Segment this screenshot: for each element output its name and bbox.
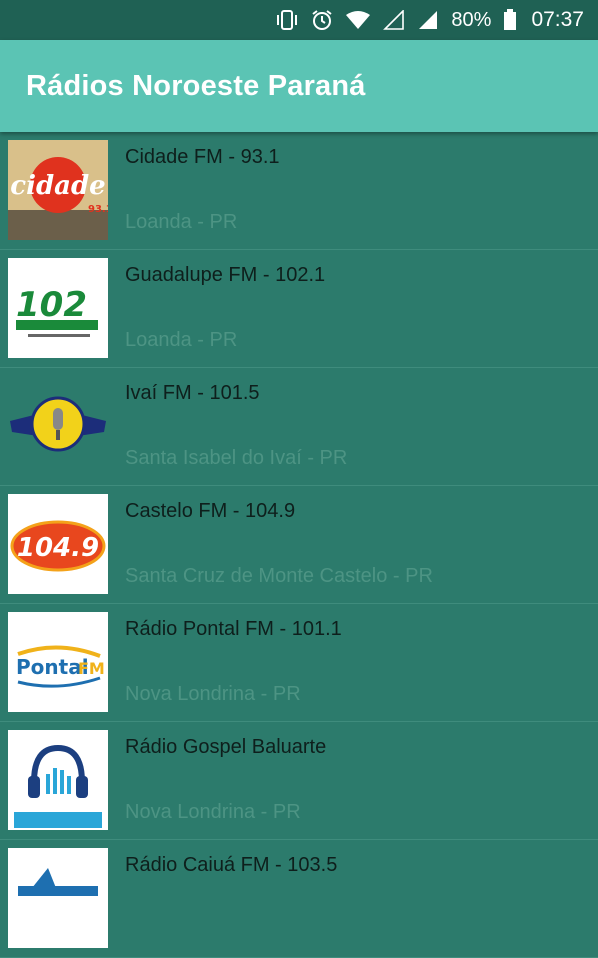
signal-icon (417, 10, 439, 30)
svg-text:93.1: 93.1 (88, 204, 108, 215)
station-name: Rádio Pontal FM - 101.1 (125, 618, 342, 640)
station-name: Guadalupe FM - 102.1 (125, 264, 326, 286)
signal-empty-icon (383, 10, 405, 30)
guadalupe-fm-logo: 102 (8, 258, 108, 358)
svg-text:104.9: 104.9 (17, 533, 99, 563)
svg-text:cidade: cidade (10, 171, 105, 201)
svg-text:FM: FM (78, 659, 105, 678)
station-item-cidade-fm[interactable]: cidade 93.1 Cidade FM - 93.1 Loanda - PR (0, 132, 598, 250)
pontal-fm-logo: Pontal FM (8, 612, 108, 712)
alarm-icon (311, 9, 333, 31)
cidade-fm-logo: cidade 93.1 (8, 140, 108, 240)
station-name: Ivaí FM - 101.5 (125, 382, 260, 404)
station-item-castelo-fm[interactable]: 104.9 Castelo FM - 104.9 Santa Cruz de M… (0, 486, 598, 604)
wifi-icon (345, 10, 371, 30)
station-name: Rádio Gospel Baluarte (125, 736, 327, 758)
caiua-fm-logo (8, 848, 108, 948)
battery-level: 80% (451, 8, 492, 31)
station-city: Nova Londrina - PR (125, 683, 301, 705)
station-city: Santa Isabel do Ivaí - PR (125, 447, 348, 469)
station-item-caiua-fm[interactable]: Rádio Caiuá FM - 103.5 (0, 840, 598, 958)
station-item-ivai-fm[interactable]: Ivaí FM - 101.5 Santa Isabel do Ivaí - P… (0, 368, 598, 486)
status-bar: 80% 07:37 (0, 0, 598, 40)
ivai-fm-logo (8, 376, 108, 476)
castelo-fm-logo: 104.9 (8, 494, 108, 594)
station-item-gospel-baluarte[interactable]: Rádio Gospel Baluarte Nova Londrina - PR (0, 722, 598, 840)
station-name: Rádio Caiuá FM - 103.5 (125, 854, 338, 876)
station-city: Nova Londrina - PR (125, 801, 301, 823)
station-name: Cidade FM - 93.1 (125, 146, 280, 168)
station-item-pontal-fm[interactable]: Pontal FM Rádio Pontal FM - 101.1 Nova L… (0, 604, 598, 722)
station-city: Loanda - PR (125, 329, 238, 351)
clock: 07:37 (531, 8, 584, 31)
station-item-guadalupe-fm[interactable]: 102 Guadalupe FM - 102.1 Loanda - PR (0, 250, 598, 368)
station-city: Loanda - PR (125, 211, 238, 233)
svg-text:102: 102 (16, 285, 87, 325)
station-list: cidade 93.1 Cidade FM - 93.1 Loanda - PR… (0, 132, 598, 958)
battery-icon (503, 9, 517, 31)
app-bar: Rádios Noroeste Paraná (0, 40, 598, 132)
page-title: Rádios Noroeste Paraná (26, 69, 366, 102)
station-name: Castelo FM - 104.9 (125, 500, 296, 522)
gospel-baluarte-logo (8, 730, 108, 830)
vibrate-icon (275, 9, 299, 31)
station-city: Santa Cruz de Monte Castelo - PR (125, 565, 433, 587)
